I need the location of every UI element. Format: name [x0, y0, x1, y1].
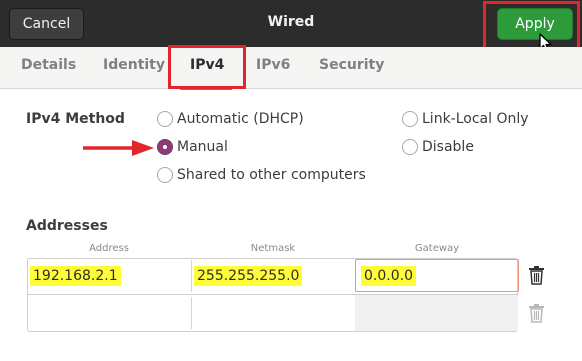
trash-icon[interactable] [528, 265, 545, 285]
gateway-input-empty[interactable] [355, 295, 518, 331]
red-arrow-annotation [83, 140, 154, 156]
trash-icon-disabled [529, 304, 544, 323]
method-disable[interactable]: Disable [402, 139, 474, 155]
radio-button[interactable] [402, 111, 418, 127]
ipv4-tab-highlight-annotation [168, 45, 246, 89]
netmask-input[interactable]: 255.255.255.0 [192, 260, 356, 292]
radio-label: Link-Local Only [422, 111, 529, 127]
column-header-gateway: Gateway [414, 243, 460, 254]
netmask-value: 255.255.255.0 [194, 266, 303, 286]
tab-bar: Details Identity IPv4 IPv6 Security [0, 47, 582, 90]
addresses-label: Addresses [26, 218, 108, 234]
radio-button-selected[interactable] [157, 139, 173, 155]
address-input[interactable]: 192.168.2.1 [28, 260, 192, 292]
column-header-netmask: Netmask [250, 243, 296, 254]
address-input-empty[interactable] [28, 297, 192, 329]
addresses-table: 192.168.2.1 255.255.255.0 0.0.0.0 [27, 258, 519, 332]
netmask-input-empty[interactable] [192, 297, 356, 329]
radio-label: Manual [177, 139, 228, 155]
radio-label: Shared to other computers [177, 167, 366, 183]
tab-security[interactable]: Security [319, 57, 384, 73]
ipv4-method-label: IPv4 Method [26, 111, 125, 127]
method-shared[interactable]: Shared to other computers [157, 167, 366, 183]
method-link-local-only[interactable]: Link-Local Only [402, 111, 529, 127]
tab-details[interactable]: Details [21, 57, 76, 73]
tab-identity[interactable]: Identity [103, 57, 165, 73]
radio-button[interactable] [157, 111, 173, 127]
radio-label: Automatic (DHCP) [177, 111, 304, 127]
gateway-focus-ring [355, 259, 519, 292]
column-header-address: Address [89, 243, 129, 254]
tab-ipv6[interactable]: IPv6 [256, 57, 290, 73]
radio-button[interactable] [157, 167, 173, 183]
radio-button[interactable] [402, 139, 418, 155]
method-automatic-dhcp[interactable]: Automatic (DHCP) [157, 111, 304, 127]
address-value: 192.168.2.1 [30, 266, 121, 286]
method-manual[interactable]: Manual [157, 139, 228, 155]
radio-label: Disable [422, 139, 474, 155]
